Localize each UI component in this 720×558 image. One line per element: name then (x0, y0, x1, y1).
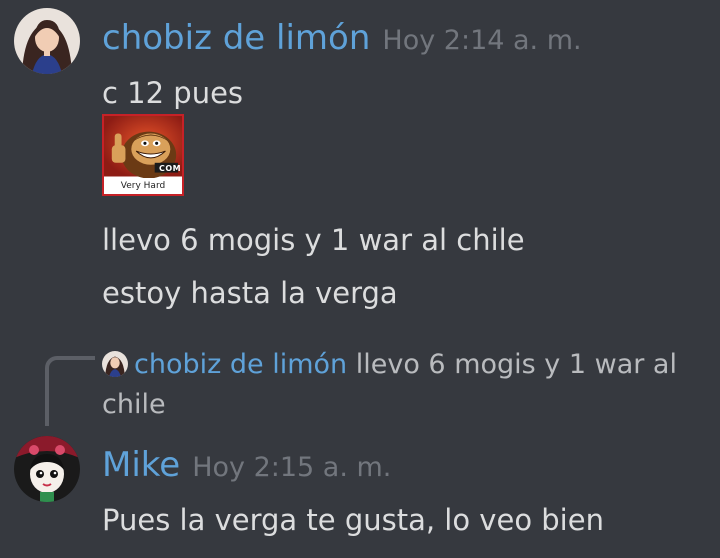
message-header: Mike Hoy 2:15 a. m. (102, 445, 391, 488)
message-text: estoy hasta la verga (102, 276, 398, 310)
sticker-image[interactable]: COM Very Hard (102, 114, 184, 196)
message-text: llevo 6 mogis y 1 war al chile (102, 223, 525, 257)
user-avatar-icon (14, 8, 80, 74)
message-text: Pues la verga te gusta, lo veo bien (102, 503, 604, 537)
avatar-mike[interactable] (14, 436, 80, 502)
avatar-chobiz[interactable] (14, 8, 80, 74)
username[interactable]: chobiz de limón (102, 18, 370, 58)
timestamp: Hoy 2:14 a. m. (382, 25, 582, 56)
reply-username[interactable]: chobiz de limón (134, 349, 347, 380)
reply-connector-line (45, 356, 95, 426)
sticker-caption: Very Hard (104, 178, 182, 194)
message-text: c 12 pues (102, 76, 244, 110)
sticker-badge: COM (159, 164, 182, 173)
reply-avatar-icon (102, 351, 128, 377)
username[interactable]: Mike (102, 445, 180, 485)
message-header: chobiz de limón Hoy 2:14 a. m. (102, 18, 582, 61)
reply-reference[interactable]: chobiz de limón llevo 6 mogis y 1 war al… (102, 345, 702, 425)
timestamp: Hoy 2:15 a. m. (192, 452, 392, 483)
user-avatar-icon (14, 436, 80, 502)
